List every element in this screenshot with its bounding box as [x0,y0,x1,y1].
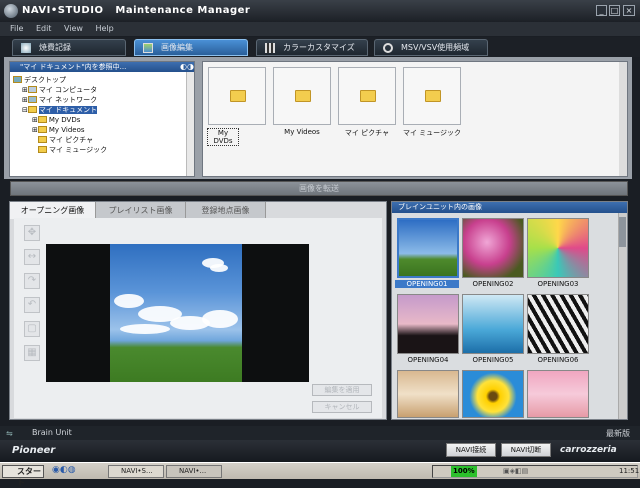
minimize-button[interactable]: _ [596,5,607,16]
version-status: 最新版 [606,429,630,438]
carrozzeria-logo: carrozzeria [560,445,617,455]
gallery-image[interactable] [527,370,589,418]
folder-my-videos[interactable] [273,67,331,125]
music-folder-icon [425,90,441,102]
folder-my-pictures[interactable] [338,67,396,125]
tree-node-my-music[interactable]: マイ ミュージック [38,145,107,155]
quicklaunch-icons[interactable]: ◉◐◍ [52,465,76,475]
apply-edit-button[interactable]: 編集を適用 [312,384,372,396]
tab-msv-vsv[interactable]: MSV/VSV使用頻域 [374,39,488,56]
folder-label: マイ ミュージック [402,129,462,137]
gallery-label: OPENING01 [395,280,459,288]
tree-node-my-computer[interactable]: ⊞ マイ コンピュータ [22,85,97,95]
gallery-image[interactable] [397,218,459,278]
folder-label: マイ ピクチャ [344,129,390,137]
menu-edit[interactable]: Edit [36,24,52,33]
maximize-button[interactable]: □ [609,5,620,16]
folder-my-music[interactable] [403,67,461,125]
folder-view-scrollbar[interactable] [619,62,627,176]
gallery-image[interactable] [527,294,589,354]
usb-icon: ⇋ [6,429,13,438]
folder-label: My DVDs [207,128,239,146]
title-bar: NAVI•STUDIO Maintenance Manager _ □ × [0,0,640,22]
tree-nav-icons[interactable]: ◐◑ [180,62,194,72]
navi-connect-button[interactable]: NAVI接続 [446,443,496,457]
menu-bar: File Edit View Help [0,22,640,36]
folder-tree[interactable]: "マイ ドキュメント"内を参照中... ◐◑ デスクトップ ⊞ マイ コンピュータ… [9,61,195,177]
tree-scrollbar[interactable] [186,72,194,176]
gallery-scroll-thumb[interactable] [619,217,626,247]
app-logo-icon [4,4,18,18]
device-status: Brain Unit [32,428,72,437]
gallery-label: OPENING04 [407,356,449,364]
tab-playlist-image[interactable]: プレイリスト画像 [96,202,186,219]
cancel-edit-button[interactable]: キャンセル [312,401,372,413]
folder-icon [295,90,311,102]
close-button[interactable]: × [623,5,635,16]
rotate-right-icon[interactable]: ↷ [24,273,40,289]
opening-image-preview[interactable] [110,244,242,382]
folder-label: My Videos [284,128,320,136]
menu-help[interactable]: Help [96,24,114,33]
palette-icon [265,43,275,53]
folder-view: My DVDs My Videos マイ ピクチャ マイ ミュージック [202,61,628,177]
tree-node-my-network[interactable]: ⊞ マイ ネットワーク [22,95,97,105]
gallery-label: OPENING02 [472,280,514,288]
gallery-image[interactable] [462,218,524,278]
disc-icon [383,43,393,53]
image-icon [143,43,153,53]
gallery-image[interactable] [527,218,589,278]
folder-icon [230,90,246,102]
gallery-image[interactable] [462,294,524,354]
tray-icons[interactable]: ▣◈◧▤ [503,466,528,477]
gallery-label: OPENING06 [537,356,579,364]
tab-log[interactable]: 焼費記録 [12,39,126,56]
tree-node-desktop[interactable]: デスクトップ [13,75,66,85]
tree-node-my-dvds[interactable]: ⊞ My DVDs [32,115,80,125]
drop-icon [21,43,31,53]
rotate-left-icon[interactable]: ↶ [24,297,40,313]
fit-icon[interactable]: ▢ [24,321,40,337]
gallery-header: ブレインユニット内の画像 [392,202,627,213]
move-icon[interactable]: ✥ [24,225,40,241]
tree-node-my-documents[interactable]: ⊟ マイ ドキュメント [22,105,98,115]
transfer-button[interactable]: 画像を転送 [10,181,628,196]
pioneer-logo: Pioneer [12,445,56,456]
tab-image-edit[interactable]: 画像編集 [134,39,248,56]
start-button[interactable]: スタート [2,465,44,487]
navi-disconnect-button[interactable]: NAVI切断 [501,443,551,457]
window-title: NAVI•STUDIO Maintenance Manager [22,5,251,16]
taskbar-item[interactable]: NAVI•S... [108,465,164,478]
gallery-image[interactable] [397,294,459,354]
brain-unit-gallery: ブレインユニット内の画像 OPENING01 OPENING02 OPENING… [391,201,628,420]
mosaic-icon[interactable]: ▦ [24,345,40,361]
picture-folder-icon [360,90,376,102]
tree-header: "マイ ドキュメント"内を参照中... [10,62,194,72]
main-tabs: 焼費記録 画像編集 カラーカスタマイズ MSV/VSV使用頻域 [0,37,640,57]
tree-node-my-videos[interactable]: ⊞ My Videos [32,125,85,135]
status-bar: ⇋ Brain Unit 最新版 [0,426,640,440]
tree-node-my-pictures[interactable]: マイ ピクチャ [38,135,93,145]
tab-color-customize[interactable]: カラーカスタマイズ [256,39,368,56]
menu-file[interactable]: File [10,24,23,33]
system-tray: 100% ▣◈◧▤ 11:51 [432,465,640,478]
resize-horizontal-icon[interactable]: ↔ [24,249,40,265]
taskbar-item[interactable]: NAVI•... [166,465,222,478]
folder-my-dvds[interactable] [208,67,266,125]
gallery-label: OPENING05 [472,356,514,364]
gallery-label: OPENING03 [537,280,579,288]
gallery-image[interactable] [462,370,524,418]
gallery-image[interactable] [397,370,459,418]
taskbar: スタート ◉◐◍ NAVI•S... NAVI•... 100% ▣◈◧▤ 11… [0,462,640,487]
battery-indicator: 100% [451,466,477,477]
clock: 11:51 [619,467,640,475]
tab-opening-image[interactable]: オープニング画像 [10,202,96,219]
tab-location-image[interactable]: 登録地点画像 [186,202,266,219]
menu-view[interactable]: View [64,24,83,33]
